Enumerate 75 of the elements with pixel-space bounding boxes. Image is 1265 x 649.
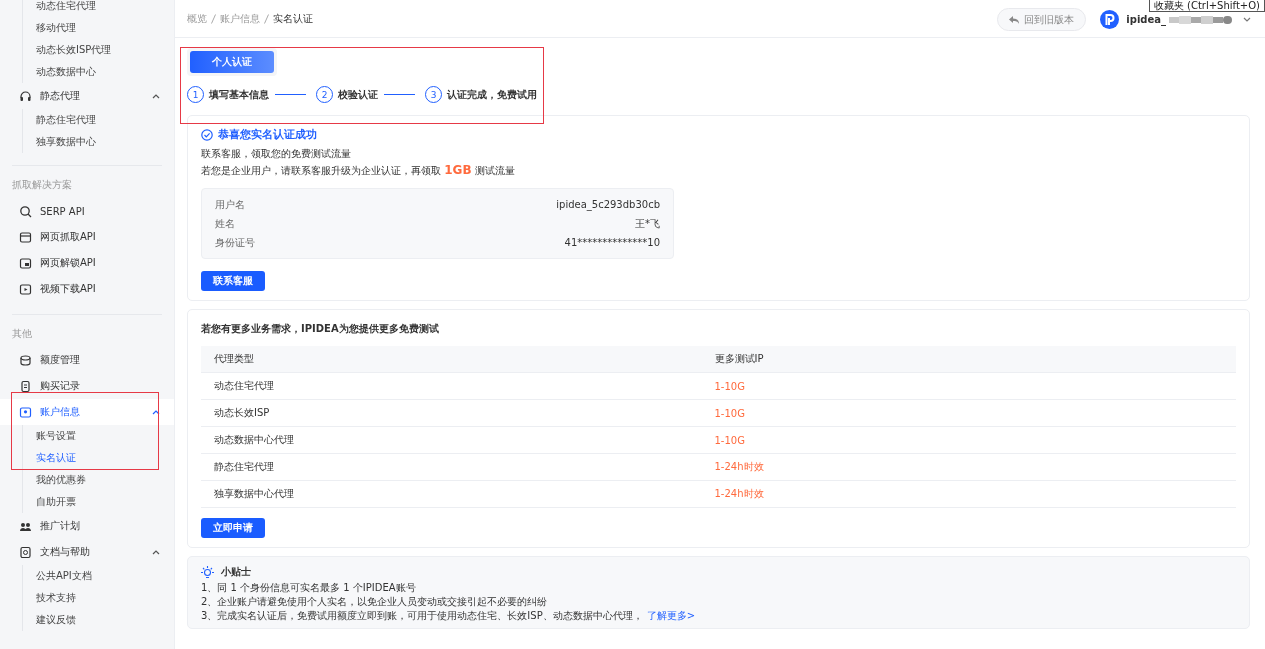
sidebar-item[interactable]: SERP API	[0, 198, 174, 224]
sidebar-subitem[interactable]: 动态数据中心	[36, 61, 174, 83]
sidebar-item[interactable]: 静态代理	[0, 83, 174, 109]
tip-text: 2、企业账户请避免使用个人实名，以免企业人员变动或交接引起不必要的纠纷	[201, 595, 549, 609]
contact-button[interactable]: 联系客服	[201, 271, 265, 291]
sidebar-subitem[interactable]: 建议反馈	[36, 609, 174, 631]
sidebar-subitem[interactable]: 账号设置	[36, 425, 174, 447]
separator-icon	[264, 13, 269, 24]
tab[interactable]: 个人认证	[190, 51, 274, 73]
table-cell-text: 1-24h时效	[714, 460, 765, 474]
sidebar-item[interactable]: 购买记录	[0, 373, 174, 399]
column-header: 代理类型	[214, 352, 255, 366]
tooltip: 收藏夹 (Ctrl+Shift+O)	[1148, 0, 1265, 12]
field-value: 41**************10	[564, 237, 660, 248]
sidebar-subitem[interactable]: 静态住宅代理	[36, 109, 174, 131]
section-heading: 其他	[11, 327, 33, 341]
field-label: 身份证号	[215, 235, 255, 250]
lightbulb-icon	[201, 565, 214, 579]
step-label: 校验认证	[338, 87, 378, 102]
section-heading: 抓取解决方案	[11, 178, 73, 192]
card-title: 若您有更多业务需求，IPIDEA为您提供更多免费测试	[201, 322, 440, 336]
sidebar-subitem[interactable]: 技术支持	[36, 587, 174, 609]
separator-icon	[211, 13, 216, 24]
logo-icon	[1100, 10, 1120, 29]
info-text: 若您是企业用户，请联系客服升级为企业认证，再领取 1GB 测试流量	[201, 162, 516, 179]
learn-more-link[interactable]: 了解更多>	[646, 610, 696, 621]
sidebar-item[interactable]: 文档与帮助	[0, 539, 174, 565]
sidebar-item[interactable]: 网页解锁API	[0, 250, 174, 276]
field-value: 王*飞	[635, 216, 660, 231]
profile-card-icon	[19, 405, 32, 419]
tips-title: 小贴士	[221, 565, 251, 579]
window-icon	[19, 230, 32, 244]
video-icon	[19, 282, 32, 296]
sidebar-subitem[interactable]: 自助开票	[36, 491, 174, 513]
step-label: 填写基本信息	[209, 87, 269, 102]
table-cell-text: 1-10G	[714, 434, 746, 446]
table-cell-text: 1-24h时效	[714, 487, 765, 501]
field-label: 姓名	[215, 216, 235, 231]
sidebar-subitem[interactable]: 动态长效ISP代理	[36, 39, 174, 61]
field-value: ipidea_5c293db30cb	[556, 199, 660, 210]
receipt-icon	[19, 379, 32, 393]
sidebar-item[interactable]: 网页抓取API	[0, 224, 174, 250]
chevron-up-icon	[152, 549, 160, 555]
document-icon	[19, 545, 32, 559]
sidebar-subitem[interactable]: 独享数据中心	[36, 131, 174, 153]
back-button[interactable]: 回到旧版本	[997, 8, 1087, 31]
sidebar-subitem[interactable]: 实名认证	[36, 447, 174, 469]
info-text: 联系客服，领取您的免费测试流量	[201, 147, 352, 161]
tip-text: 1、同 1 个身份信息可实名最多 1 个IPIDEA账号	[201, 581, 417, 595]
chevron-down-icon	[1243, 16, 1251, 23]
table-cell-text: 1-10G	[714, 407, 746, 419]
database-icon	[19, 353, 32, 367]
sidebar-item[interactable]: 推广计划	[0, 513, 174, 539]
chevron-up-icon	[152, 93, 160, 99]
sidebar-subitem[interactable]: 我的优惠券	[36, 469, 174, 491]
sidebar-subitem[interactable]: 动态住宅代理	[36, 0, 174, 17]
headset-icon	[19, 89, 32, 103]
table-cell-text: 1-10G	[714, 380, 746, 392]
field-label: 用户名	[215, 197, 245, 212]
sidebar-subitem[interactable]: 公共API文档	[36, 565, 174, 587]
blurred-text-icon	[1169, 13, 1233, 26]
search-icon	[19, 204, 32, 218]
apply-button[interactable]: 立即申请	[201, 518, 265, 538]
reply-arrow-icon	[1009, 15, 1020, 24]
tip-text: 3、完成实名认证后，免费试用额度立即到账，可用于使用动态住宅、长效ISP、动态数据中心代理， 了解更多>	[201, 609, 697, 623]
success-title: 恭喜您实名认证成功	[218, 128, 317, 142]
step-label: 认证完成，免费试用	[447, 87, 537, 102]
check-circle-icon	[201, 129, 213, 141]
username: ipidea_	[1126, 14, 1166, 25]
chevron-up-icon	[152, 409, 160, 415]
sidebar-subitem[interactable]: 移动代理	[36, 17, 174, 39]
sidebar-item[interactable]: 额度管理	[0, 347, 174, 373]
sidebar-item[interactable]: 账户信息	[0, 399, 174, 425]
sidebar-item[interactable]: 视频下载API	[0, 276, 174, 302]
column-header: 更多测试IP	[714, 352, 765, 366]
